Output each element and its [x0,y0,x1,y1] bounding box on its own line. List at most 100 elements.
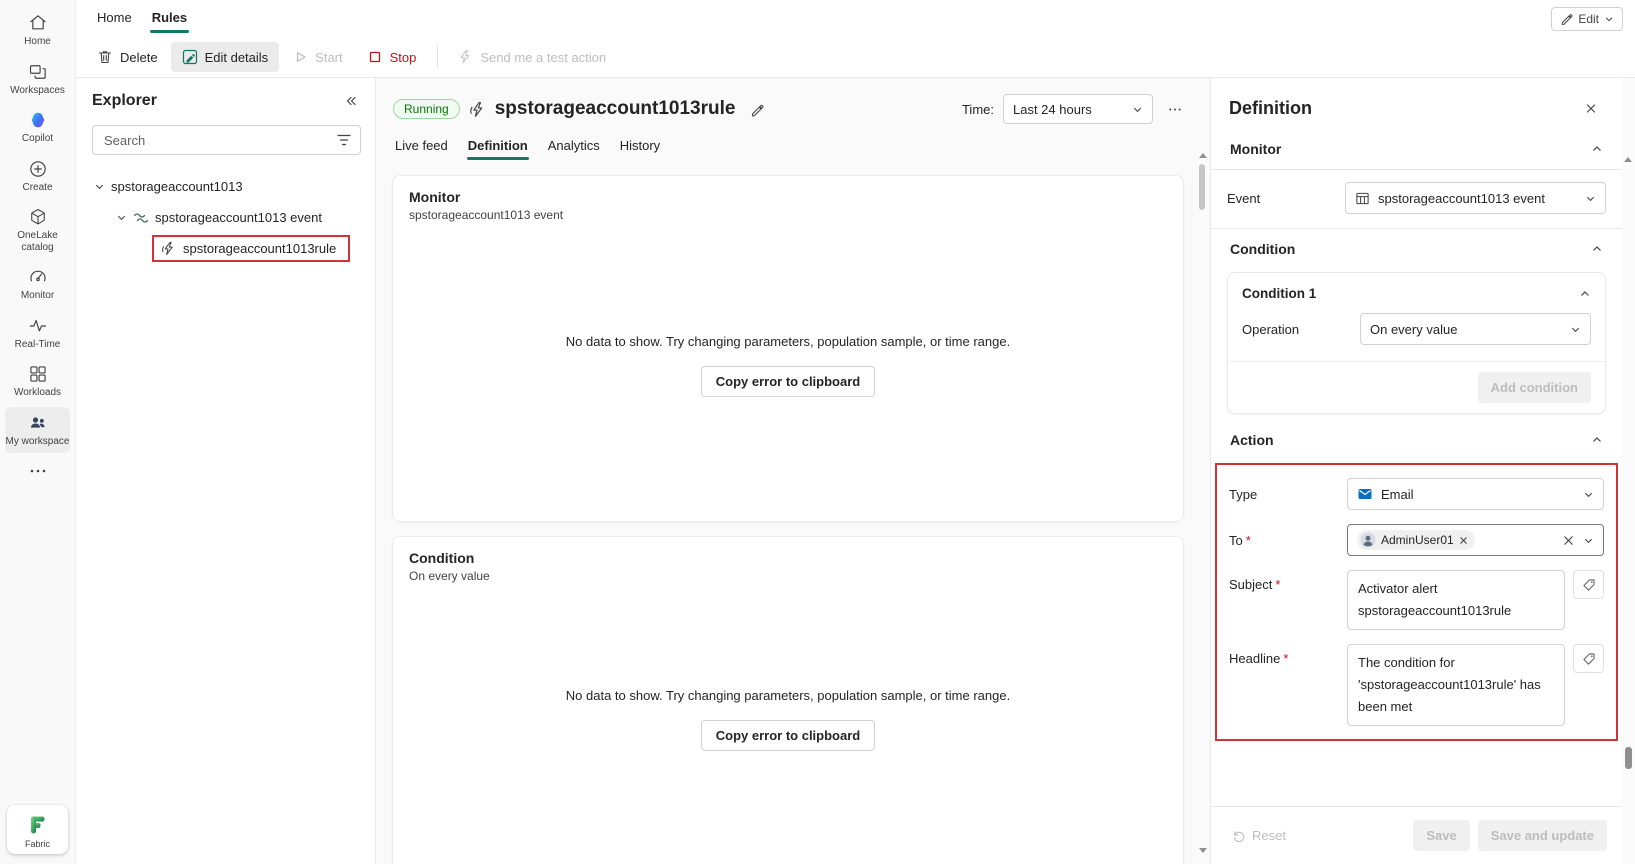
create-icon [28,159,48,179]
stop-icon [367,49,383,65]
collapse-explorer-button[interactable] [341,91,361,111]
headline-input[interactable]: The condition for 'spstorageaccount1013r… [1347,644,1565,726]
scroll-up-arrow-icon[interactable] [1624,154,1632,165]
panel-footer: Reset Save Save and update [1211,806,1622,864]
save-button[interactable]: Save [1413,820,1470,851]
nav-monitor[interactable]: Monitor [5,261,70,308]
condition-1-header[interactable]: Condition 1 [1228,273,1605,309]
nav-label: OneLake catalog [17,230,58,253]
start-button[interactable]: Start [281,42,353,72]
highlight-box-action: Type Email To * AdminUser01 Subject * Ac… [1215,463,1618,741]
send-test-action-label: Send me a test action [480,49,607,65]
nav-label: Workspaces [10,84,65,96]
chevron-down-icon [1585,193,1596,204]
insert-dynamic-field-button[interactable] [1573,644,1604,673]
tree-item-activator[interactable]: spstorageaccount1013 [88,171,365,202]
tab-definition[interactable]: Definition [458,129,538,165]
start-label: Start [315,49,343,65]
event-stream-icon [133,210,149,226]
table-icon [1355,191,1370,206]
copy-error-button[interactable]: Copy error to clipboard [700,365,876,397]
nav-onelake-catalog[interactable]: OneLake catalog [5,201,70,259]
nav-create[interactable]: Create [5,153,70,200]
scroll-up-arrow-icon[interactable] [1198,153,1207,158]
scrollbar-track[interactable] [1197,161,1208,845]
left-nav-rail: Home Workspaces Copilot Create OneLake c… [0,0,76,864]
send-test-action-button[interactable]: Send me a test action [446,42,617,72]
scrollbar-thumb[interactable] [1625,747,1632,769]
recipient-chip-label: AdminUser01 [1381,533,1454,547]
recipient-chip[interactable]: AdminUser01 [1357,530,1475,550]
clear-recipients-icon[interactable] [1562,534,1575,547]
search-input[interactable] [102,131,331,149]
empty-state-message: No data to show. Try changing parameters… [565,333,1011,349]
nav-real-time[interactable]: Real-Time [5,310,70,357]
insert-dynamic-field-button[interactable] [1573,570,1604,599]
filter-icon[interactable] [337,134,351,146]
tab-analytics[interactable]: Analytics [538,129,610,165]
add-condition-button[interactable]: Add condition [1477,372,1591,403]
avatar-icon [1360,532,1376,548]
nav-workspaces[interactable]: Workspaces [5,56,70,103]
copy-error-button[interactable]: Copy error to clipboard [700,720,876,751]
fabric-logo[interactable]: Fabric [7,805,68,854]
explorer-panel: Explorer spstorageaccount1013 spsto [76,78,376,864]
chevron-up-icon [1591,243,1603,255]
tree-item-rule[interactable]: spstorageaccount1013rule [88,233,365,264]
tab-history[interactable]: History [610,129,670,165]
tag-icon [1582,578,1596,592]
operation-dropdown[interactable]: On every value [1360,313,1591,345]
to-recipient-picker[interactable]: AdminUser01 [1347,524,1604,556]
event-dropdown-value: spstorageaccount1013 event [1378,190,1545,206]
save-and-update-button[interactable]: Save and update [1477,820,1607,851]
reset-label: Reset [1252,828,1286,843]
time-range-dropdown[interactable]: Last 24 hours [1003,94,1153,124]
close-panel-button[interactable] [1578,95,1604,121]
nav-home[interactable]: Home [5,7,70,54]
tree-item-label: spstorageaccount1013rule [183,241,337,256]
nav-copilot[interactable]: Copilot [5,104,70,151]
stop-button[interactable]: Stop [356,42,428,72]
condition-section-header[interactable]: Condition [1227,229,1606,269]
nav-workloads[interactable]: Workloads [5,358,70,405]
tab-live-feed[interactable]: Live feed [385,129,458,165]
tab-home[interactable]: Home [88,2,141,35]
event-dropdown[interactable]: spstorageaccount1013 event [1345,182,1606,214]
chip-remove-icon[interactable] [1459,536,1468,545]
explorer-title: Explorer [92,92,157,109]
action-section-header[interactable]: Action [1227,420,1606,460]
subject-input[interactable]: Activator alert spstorageaccount1013rule [1347,570,1565,630]
scroll-down-arrow-icon[interactable] [1198,848,1207,853]
required-asterisk: * [1275,577,1281,592]
delete-button[interactable]: Delete [86,42,169,72]
nav-my-workspace[interactable]: My workspace [5,406,70,453]
tab-rules[interactable]: Rules [143,2,196,35]
card-title: Condition [409,550,475,566]
chevron-down-icon[interactable] [94,181,105,192]
window-vertical-scrollbar[interactable] [1622,78,1635,864]
edit-details-label: Edit details [204,49,269,65]
reset-button[interactable]: Reset [1226,827,1292,844]
action-type-dropdown[interactable]: Email [1347,478,1604,510]
card-title: Monitor [409,189,461,205]
scrollbar-thumb[interactable] [1199,164,1205,210]
nav-label: Monitor [20,290,55,301]
fabric-logo-label: Fabric [24,839,50,849]
definition-panel: Definition Monitor Event spstorageaccoun… [1210,78,1622,864]
rule-header: Running spstorageaccount1013rule Time: L… [376,78,1210,126]
chevron-down-icon [1132,104,1143,115]
edit-split-button[interactable]: Edit [1551,6,1623,31]
tag-icon [1582,652,1596,666]
rename-rule-button[interactable] [744,96,770,122]
tree-item-event[interactable]: spstorageaccount1013 event [88,202,365,233]
more-options-button[interactable] [1162,96,1188,122]
main-vertical-scrollbar[interactable] [1197,150,1208,856]
copilot-icon [28,110,48,130]
more-ellipsis-icon [29,468,47,474]
nav-more-button[interactable] [0,464,75,478]
time-label: Time: [961,101,994,117]
monitor-section-header[interactable]: Monitor [1227,129,1606,169]
search-box [92,125,361,155]
edit-details-button[interactable]: Edit details [170,42,280,72]
chevron-down-icon[interactable] [116,212,127,223]
